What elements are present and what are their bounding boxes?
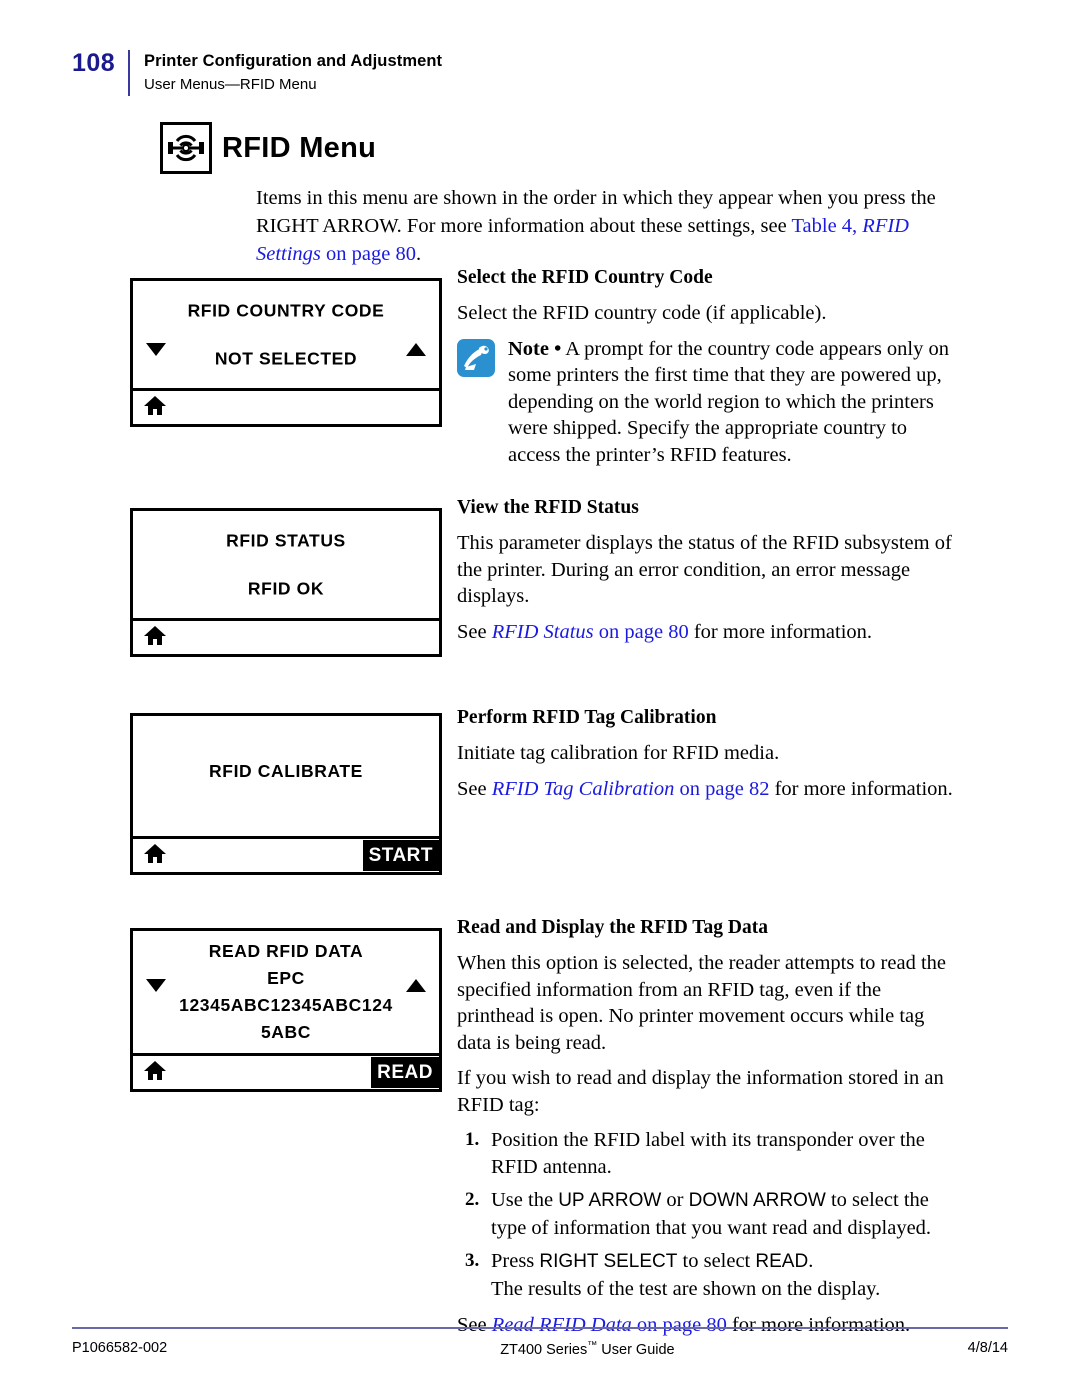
header-divider	[128, 50, 130, 96]
crossref-link-italic[interactable]: RFID Status	[492, 621, 594, 643]
home-icon[interactable]	[143, 1060, 167, 1086]
header-title: Printer Configuration and Adjustment	[144, 52, 443, 70]
subsection-paragraph: This parameter displays the status of th…	[457, 532, 952, 607]
steps-list: 1. Position the RFID label with its tran…	[457, 1127, 962, 1302]
lcd-softkey-bar: READ	[133, 1056, 439, 1089]
crossref-prefix: See	[457, 620, 492, 643]
crossref-prefix: See	[457, 777, 492, 800]
lcd-screen: RFID CALIBRATE	[133, 716, 439, 839]
footer-part-number: P1066582-002	[72, 1340, 168, 1356]
subsection-heading: View the RFID Status	[457, 497, 639, 518]
lcd-line-value: NOT SELECTED	[214, 348, 358, 368]
step-keyword-read: READ	[755, 1251, 809, 1272]
lcd-screen: RFID STATUS RFID OK	[133, 511, 439, 621]
list-item: 2. Use the UP ARROW or DOWN ARROW to sel…	[457, 1187, 962, 1241]
section-view-rfid-status: View the RFID Status This parameter disp…	[457, 495, 957, 645]
subsection-crossref: See RFID Status on page 80 for more info…	[457, 619, 957, 646]
lcd-panel-rfid-country-code: RFID COUNTRY CODE NOT SELECTED	[130, 278, 442, 427]
crossref-link-italic[interactable]: RFID Tag Calibration	[492, 778, 675, 800]
step-text-mid: to select	[677, 1250, 756, 1272]
zebra-note-icon	[457, 338, 495, 377]
lcd-softkey-bar	[133, 621, 439, 654]
note-text: A prompt for the country code appears on…	[508, 337, 949, 466]
lcd-screen: RFID COUNTRY CODE NOT SELECTED	[133, 281, 439, 391]
note-label: Note •	[508, 337, 562, 360]
lcd-line-title: RFID CALIBRATE	[209, 761, 363, 781]
lcd-line-value: RFID OK	[247, 578, 325, 598]
softkey-read-button[interactable]: READ	[371, 1057, 439, 1088]
step-keyword-down-arrow: DOWN ARROW	[688, 1190, 826, 1211]
section-title: RFID Menu	[222, 131, 377, 164]
softkey-start-button[interactable]: START	[362, 840, 439, 871]
step-keyword-up-arrow: UP ARROW	[558, 1190, 662, 1211]
crossref-suffix: for more information.	[769, 777, 953, 800]
page-footer: P1066582-002 ZT400 Series™ User Guide 4/…	[72, 1340, 1008, 1358]
section-perform-tag-calibration: Perform RFID Tag Calibration Initiate ta…	[457, 705, 957, 802]
section-title-row: RFID Menu	[160, 122, 376, 174]
step-text-pre: Use the	[491, 1189, 559, 1211]
intro-link-page[interactable]: on page 80	[321, 243, 416, 265]
section-select-country-code: Select the RFID Country Code Select the …	[457, 265, 957, 468]
step-substatement: The results of the test are shown on the…	[491, 1277, 881, 1300]
footer-document-title: ZT400 Series™ User Guide	[500, 1340, 674, 1358]
note-body: Note • A prompt for the country code app…	[508, 336, 957, 469]
intro-period: .	[416, 243, 422, 265]
note-callout: Note • A prompt for the country code app…	[457, 336, 957, 469]
step-number: 3.	[465, 1250, 480, 1271]
subsection-paragraph-2: If you wish to read and display the info…	[457, 1067, 944, 1116]
lcd-line-data-2: 5ABC	[260, 1022, 312, 1042]
list-item: 1. Position the RFID label with its tran…	[457, 1127, 962, 1180]
subsection-paragraph: Initiate tag calibration for RFID media.	[457, 742, 780, 764]
lcd-screen: READ RFID DATA EPC 12345ABC12345ABC124 5…	[133, 931, 439, 1056]
step-text-mid: or	[661, 1189, 689, 1211]
crossref-link-page[interactable]: on page 80	[594, 621, 689, 643]
crossref-link-page[interactable]: on page 82	[674, 778, 770, 800]
step-text-pre: Press	[491, 1250, 540, 1272]
crossref-prefix: See	[457, 1314, 492, 1336]
intro-link-table[interactable]: Table 4,	[791, 215, 862, 237]
footer-title-tail: User Guide	[597, 1341, 675, 1358]
footer-title-main: ZT400 Series	[500, 1341, 588, 1358]
step-keyword-right-select: RIGHT SELECT	[539, 1251, 678, 1272]
crossref-suffix: for more information.	[688, 620, 873, 643]
crossref-link-italic[interactable]: Read RFID Data	[492, 1314, 632, 1336]
home-icon[interactable]	[143, 843, 167, 869]
section-intro: Items in this menu are shown in the orde…	[256, 184, 946, 268]
step-text: Position the RFID label with its transpo…	[491, 1129, 925, 1178]
subsection-crossref: See RFID Tag Calibration on page 82 for …	[457, 776, 957, 803]
crossref-suffix: for more information.	[726, 1314, 911, 1336]
home-icon[interactable]	[143, 625, 167, 651]
section-read-display-tag-data: Read and Display the RFID Tag Data When …	[457, 915, 962, 1339]
home-icon[interactable]	[143, 395, 167, 421]
step-number: 1.	[465, 1129, 480, 1150]
trademark-symbol: ™	[587, 1340, 598, 1351]
header-subtitle: User Menus—RFID Menu	[144, 76, 317, 93]
subsection-paragraph-1: When this option is selected, the reader…	[457, 952, 946, 1054]
footer-divider	[72, 1327, 1008, 1329]
subsection-paragraph: Select the RFID country code (if applica…	[457, 302, 827, 324]
subsection-heading: Select the RFID Country Code	[457, 267, 713, 288]
lcd-line-title: RFID STATUS	[226, 530, 346, 550]
lcd-panel-rfid-status: RFID STATUS RFID OK	[130, 508, 442, 657]
lcd-panel-rfid-calibrate: RFID CALIBRATE START	[130, 713, 442, 875]
subsection-heading: Read and Display the RFID Tag Data	[457, 917, 768, 938]
document-page: 108 Printer Configuration and Adjustment…	[0, 0, 1080, 1397]
lcd-softkey-bar: START	[133, 839, 439, 872]
step-number: 2.	[465, 1189, 480, 1210]
lcd-line-title: READ RFID DATA	[208, 941, 364, 961]
footer-date: 4/8/14	[967, 1340, 1008, 1356]
subsection-crossref: See Read RFID Data on page 80 for more i…	[457, 1312, 962, 1339]
lcd-line-data-1: 12345ABC12345ABC124	[179, 995, 393, 1015]
subsection-heading: Perform RFID Tag Calibration	[457, 707, 717, 728]
rfid-antenna-icon	[160, 122, 212, 174]
crossref-link-page[interactable]: on page 80	[632, 1314, 727, 1336]
step-text-post: .	[808, 1250, 814, 1272]
lcd-softkey-bar	[133, 391, 439, 424]
page-number: 108	[72, 49, 116, 77]
lcd-panel-read-rfid-data: READ RFID DATA EPC 12345ABC12345ABC124 5…	[130, 928, 442, 1092]
lcd-line-title: RFID COUNTRY CODE	[187, 300, 385, 320]
lcd-line-datatype: EPC	[267, 968, 305, 988]
list-item: 3. Press RIGHT SELECT to select READ. Th…	[457, 1248, 962, 1302]
page-header: 108 Printer Configuration and Adjustment…	[72, 50, 442, 96]
